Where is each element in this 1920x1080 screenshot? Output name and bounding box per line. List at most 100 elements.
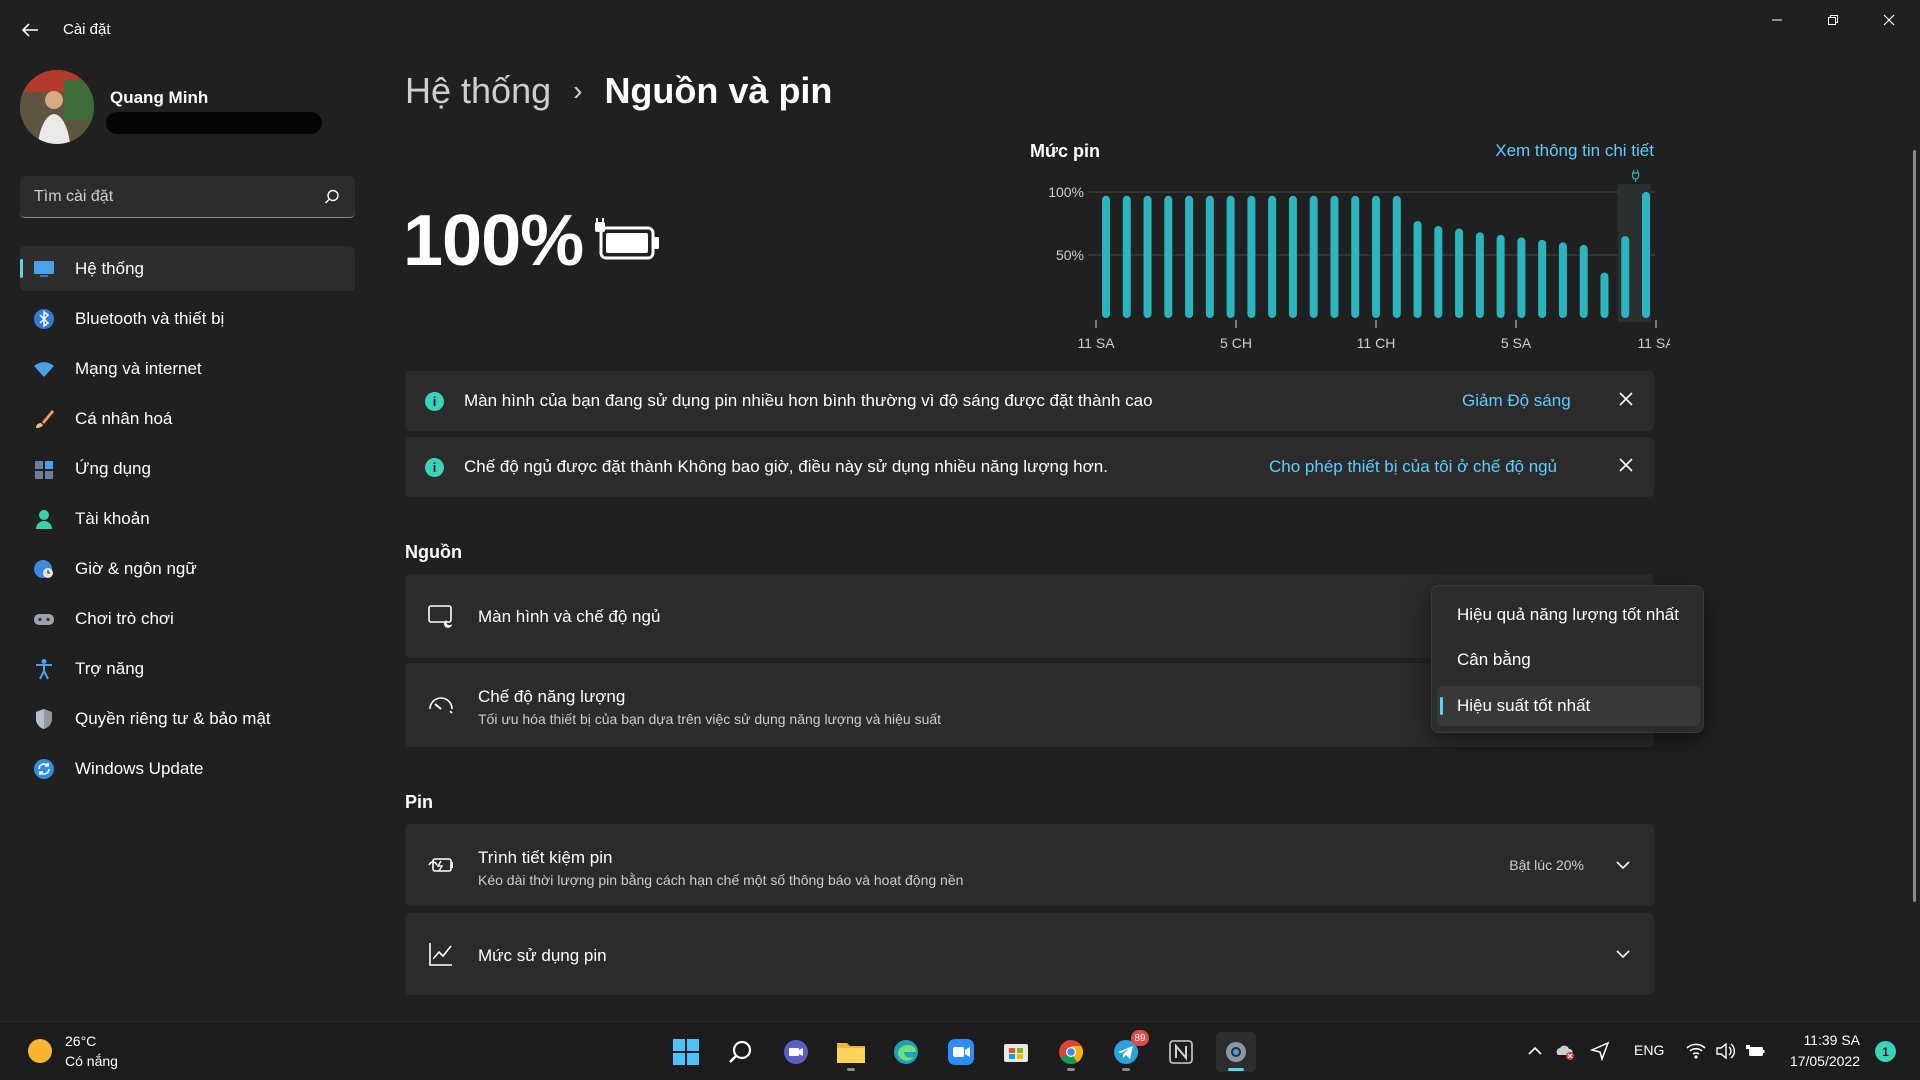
back-arrow-icon[interactable] <box>18 18 42 42</box>
chart-bar[interactable] <box>1434 226 1443 318</box>
apps-icon <box>35 461 53 479</box>
power-mode-option-balanced[interactable]: Cân bằng <box>1437 640 1700 680</box>
chart-y-tick-label: 100% <box>1048 184 1084 200</box>
wifi-icon[interactable] <box>1686 1041 1706 1061</box>
battery-saver-threshold: Bật lúc 20% <box>1509 857 1584 873</box>
chart-bar[interactable] <box>1268 195 1277 318</box>
chart-bar[interactable] <box>1351 195 1360 318</box>
chart-bar[interactable] <box>1455 228 1464 318</box>
sidebar-item-accessibility[interactable]: Trợ năng <box>20 646 355 691</box>
chevron-down-icon[interactable] <box>1614 945 1632 963</box>
battery-saver-card[interactable]: Trình tiết kiệm pin Kéo dài thời lượng p… <box>405 824 1654 906</box>
weather-temperature[interactable]: 26°C <box>65 1033 96 1049</box>
notice-text: Chế độ ngủ được đặt thành Không bao giờ,… <box>464 457 1108 476</box>
chart-bar[interactable] <box>1226 195 1235 318</box>
allow-sleep-link[interactable]: Cho phép thiết bị của tôi ở chế độ ngủ <box>1269 457 1557 477</box>
close-icon[interactable] <box>1616 389 1636 409</box>
store-icon[interactable] <box>996 1032 1036 1072</box>
chart-bar[interactable] <box>1517 237 1526 318</box>
close-icon[interactable] <box>1616 455 1636 475</box>
zoom-icon[interactable] <box>941 1032 981 1072</box>
chart-bar[interactable] <box>1558 242 1567 318</box>
clock-time[interactable]: 11:39 SA <box>1800 1032 1860 1048</box>
chart-title: Mức pin <box>1030 141 1101 161</box>
chart-x-tick-label: 11 SA <box>1637 335 1670 350</box>
sidebar-item-accounts[interactable]: Tài khoản <box>20 496 355 541</box>
chevron-up-icon[interactable] <box>1525 1041 1545 1061</box>
search-box[interactable] <box>20 176 355 218</box>
chart-bar[interactable] <box>1288 195 1297 318</box>
sidebar-item-windows-update[interactable]: Windows Update <box>20 746 355 791</box>
battery-usage-card[interactable]: Mức sử dụng pin <box>405 913 1654 995</box>
sun-icon[interactable] <box>28 1039 52 1063</box>
language-indicator[interactable]: ENG <box>1634 1042 1664 1058</box>
settings-icon[interactable] <box>1216 1032 1256 1072</box>
sidebar-item-label: Ứng dụng <box>75 458 151 478</box>
chart-bar[interactable] <box>1185 195 1194 318</box>
sidebar-item-personalization[interactable]: Cá nhân hoá <box>20 396 355 441</box>
search-input[interactable] <box>20 176 355 217</box>
search-icon[interactable] <box>323 188 341 206</box>
telegram-icon[interactable]: 89 <box>1106 1030 1149 1072</box>
update-icon <box>34 759 54 779</box>
chart-bar[interactable] <box>1600 272 1609 318</box>
notification-center-badge[interactable]: 1 <box>1875 1041 1896 1062</box>
chart-bar[interactable] <box>1392 195 1401 318</box>
card-title: Màn hình và chế độ ngủ <box>478 607 661 626</box>
chart-bar[interactable] <box>1143 195 1152 318</box>
reduce-brightness-link[interactable]: Giảm Độ sáng <box>1462 391 1571 411</box>
volume-icon[interactable] <box>1715 1041 1735 1061</box>
start-icon[interactable] <box>666 1032 706 1072</box>
weather-description[interactable]: Có nắng <box>65 1053 118 1069</box>
chart-bar[interactable] <box>1122 195 1131 318</box>
sidebar-nav: Hệ thống Bluetooth và thiết bị Mạng và i… <box>20 246 355 796</box>
notice-text: Màn hình của bạn đang sử dụng pin nhiều … <box>464 391 1153 410</box>
sidebar-item-system[interactable]: Hệ thống <box>20 246 355 291</box>
chevron-down-icon[interactable] <box>1614 856 1632 874</box>
chrome-icon[interactable] <box>1051 1032 1091 1072</box>
onedrive-icon[interactable] <box>1555 1041 1575 1061</box>
search-icon[interactable] <box>721 1032 761 1072</box>
minimize-icon[interactable] <box>1754 6 1800 34</box>
card-title: Chế độ năng lượng <box>478 687 626 706</box>
breadcrumb-parent[interactable]: Hệ thống <box>405 70 551 112</box>
chart-bar[interactable] <box>1372 195 1380 318</box>
chart-bar[interactable] <box>1247 195 1256 318</box>
view-details-link[interactable]: Xem thông tin chi tiết <box>1495 141 1654 161</box>
scrollbar[interactable] <box>1913 150 1916 902</box>
chart-bar[interactable] <box>1205 195 1214 318</box>
chart-bar[interactable] <box>1309 195 1318 318</box>
chart-bar[interactable] <box>1330 195 1339 318</box>
sidebar-item-gaming[interactable]: Chơi trò chơi <box>20 596 355 641</box>
send-icon[interactable] <box>1590 1041 1610 1061</box>
avatar[interactable] <box>20 70 94 144</box>
power-mode-option-performance[interactable]: Hiệu suất tốt nhất <box>1437 686 1700 726</box>
sidebar-item-network[interactable]: Mạng và internet <box>20 346 355 391</box>
file-explorer-icon[interactable] <box>831 1032 871 1072</box>
chart-bar[interactable] <box>1102 195 1110 318</box>
sidebar-item-bluetooth[interactable]: Bluetooth và thiết bị <box>20 296 355 341</box>
chart-bar[interactable] <box>1496 234 1505 318</box>
chart-bar[interactable] <box>1621 236 1630 318</box>
notion-icon[interactable] <box>1161 1032 1201 1072</box>
sidebar-item-apps[interactable]: Ứng dụng <box>20 446 355 491</box>
card-title: Mức sử dụng pin <box>478 946 607 965</box>
edge-icon[interactable] <box>886 1032 926 1072</box>
title-bar: Cài đặt <box>0 0 1920 60</box>
close-icon[interactable] <box>1866 6 1912 34</box>
clock-date[interactable]: 17/05/2022 <box>1780 1053 1860 1069</box>
restore-icon[interactable] <box>1810 6 1856 34</box>
chart-bar[interactable] <box>1413 220 1422 318</box>
battery-charging-icon[interactable] <box>1745 1041 1765 1061</box>
taskbar: 26°C Có nắng 89 ENG 11:39 SA 17/05/2022 … <box>0 1021 1920 1080</box>
chat-icon[interactable] <box>776 1032 816 1072</box>
power-mode-option-efficiency[interactable]: Hiệu quả năng lượng tốt nhất <box>1437 595 1700 635</box>
gamepad-icon <box>34 614 54 625</box>
chart-bar[interactable] <box>1538 239 1547 318</box>
chart-bar[interactable] <box>1642 192 1650 318</box>
sidebar-item-time-language[interactable]: Giờ & ngôn ngữ <box>20 546 355 591</box>
chart-bar[interactable] <box>1164 195 1173 318</box>
chart-bar[interactable] <box>1579 244 1588 318</box>
chart-bar[interactable] <box>1475 232 1484 318</box>
sidebar-item-privacy[interactable]: Quyền riêng tư & bảo mật <box>20 696 355 741</box>
